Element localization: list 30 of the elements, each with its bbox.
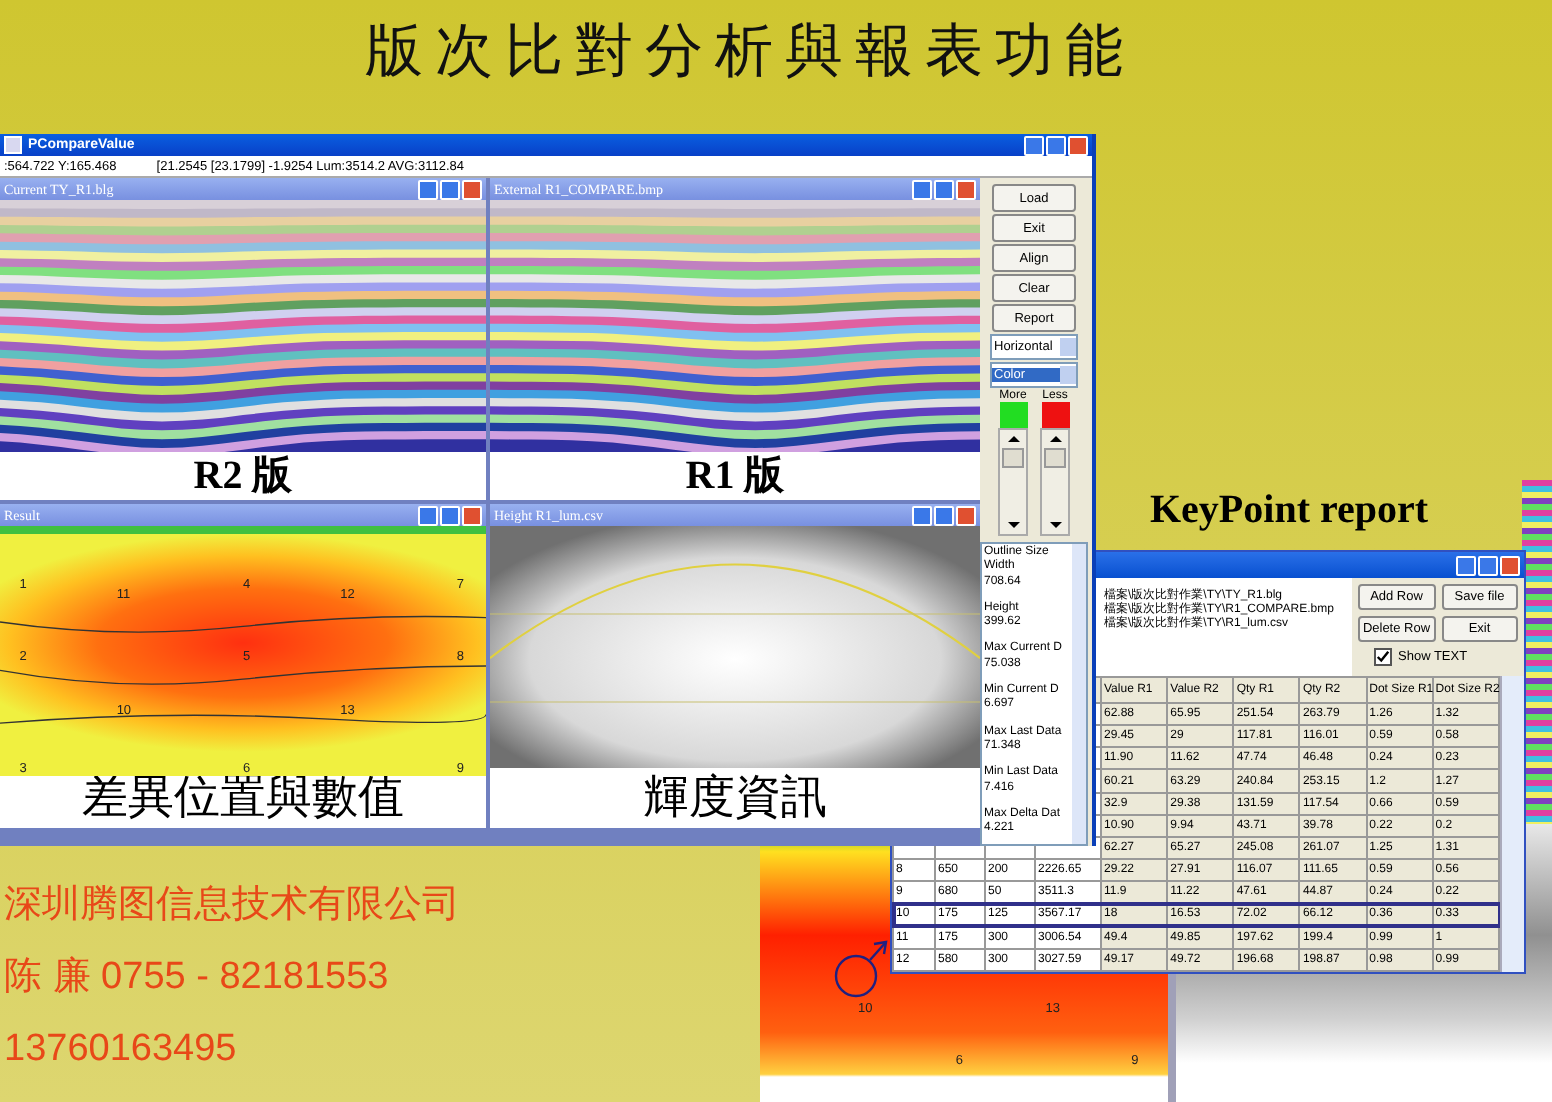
scrollbar[interactable] bbox=[1072, 544, 1086, 844]
maximize-icon[interactable] bbox=[934, 179, 954, 199]
maximize-icon[interactable] bbox=[440, 505, 460, 525]
close-icon[interactable] bbox=[462, 505, 482, 525]
close-icon[interactable] bbox=[956, 505, 976, 525]
close-icon[interactable] bbox=[1500, 555, 1520, 575]
vertical-slider[interactable] bbox=[1040, 428, 1070, 536]
close-icon[interactable] bbox=[1068, 135, 1088, 155]
close-icon[interactable] bbox=[462, 179, 482, 199]
minimize-icon[interactable] bbox=[912, 179, 932, 199]
maximize-icon[interactable] bbox=[934, 505, 954, 525]
close-icon[interactable] bbox=[956, 179, 976, 199]
contact-text: 13760163495 bbox=[4, 1026, 239, 1074]
maximize-icon[interactable] bbox=[1046, 135, 1066, 155]
report-heading: KeyPoint report bbox=[1150, 488, 1429, 534]
minimize-icon[interactable] bbox=[912, 505, 932, 525]
scrollbar[interactable] bbox=[1500, 676, 1524, 972]
slide-title: 版次比對分析與報表功能 bbox=[363, 18, 1137, 88]
circle-marker bbox=[834, 954, 878, 998]
contact-text: 陈 廉 0755 - 82181553 bbox=[4, 954, 391, 1002]
vertical-slider[interactable] bbox=[998, 428, 1028, 536]
minimize-icon[interactable] bbox=[418, 179, 438, 199]
annotation-arrow bbox=[869, 940, 888, 961]
checkbox[interactable] bbox=[1374, 648, 1392, 666]
minimize-icon[interactable] bbox=[1456, 555, 1476, 575]
minimize-icon[interactable] bbox=[418, 505, 438, 525]
contact-text: 深圳腾图信息技术有限公司 bbox=[4, 882, 460, 930]
maximize-icon[interactable] bbox=[440, 179, 460, 199]
minimize-icon[interactable] bbox=[1024, 135, 1044, 155]
maximize-icon[interactable] bbox=[1478, 555, 1498, 575]
